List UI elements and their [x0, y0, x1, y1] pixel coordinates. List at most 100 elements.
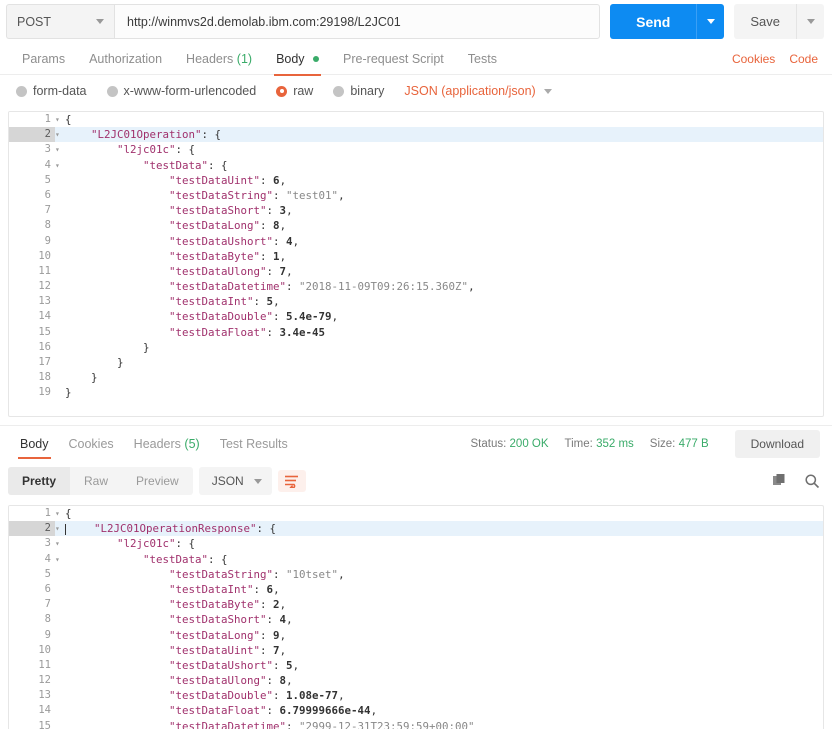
line-number: 11: [9, 263, 55, 280]
body-type-label: binary: [350, 84, 385, 98]
code-line[interactable]: 1 ▾{: [9, 506, 823, 522]
download-button[interactable]: Download: [734, 429, 820, 458]
code-line[interactable]: 8 "testDataLong": 8,: [9, 218, 823, 234]
view-pretty-button[interactable]: Pretty: [8, 467, 71, 495]
code-line[interactable]: 11 "testDataUlong": 7,: [9, 263, 823, 280]
code-line[interactable]: 5 "testDataUint": 6,: [9, 172, 823, 188]
response-body-editor[interactable]: 1 ▾{2 ▾ "L2JC01OperationResponse": {3 ▾ "l2…: [8, 505, 824, 729]
tab-body[interactable]: Body: [264, 43, 331, 76]
chevron-down-icon: [253, 478, 262, 484]
copy-button[interactable]: [772, 473, 788, 489]
code-line[interactable]: 3 ▾ "l2jc01c": {: [9, 536, 823, 552]
code-line[interactable]: 5 "testDataString": "10tset",: [9, 566, 823, 582]
code-line[interactable]: 15 "testDataFloat": 3.4e-45: [9, 324, 823, 340]
code-line[interactable]: 10 "testDataByte": 1,: [9, 248, 823, 264]
code-line[interactable]: 16 }: [9, 339, 823, 355]
view-raw-button[interactable]: Raw: [70, 467, 122, 495]
tab-headers[interactable]: Headers (1): [174, 43, 264, 75]
tab-pre-request-script[interactable]: Pre-request Script: [331, 43, 456, 75]
tab-label: Test Results: [219, 436, 288, 451]
line-number: 5: [9, 566, 55, 582]
send-options-button[interactable]: [696, 4, 725, 39]
search-button[interactable]: [804, 473, 820, 489]
url-input[interactable]: http://winmvs2d.demolab.ibm.com:29198/L2…: [114, 4, 601, 39]
fold-toggle-icon[interactable]: ▾: [55, 521, 65, 537]
fold-toggle-icon[interactable]: ▾: [55, 112, 65, 127]
code-line[interactable]: 10 "testDataUint": 7,: [9, 642, 823, 658]
line-number: 2: [9, 127, 55, 143]
code-line[interactable]: 4 ▾ "testData": {: [9, 157, 823, 173]
code-line[interactable]: 19}: [9, 385, 823, 401]
code-line[interactable]: 12 "testDataUlong": 8,: [9, 673, 823, 689]
tab-params[interactable]: Params: [10, 43, 77, 75]
cookies-link[interactable]: Cookies: [732, 52, 775, 66]
code-link[interactable]: Code: [789, 52, 818, 66]
line-number: 1: [9, 112, 55, 128]
code-line[interactable]: 9 "testDataLong": 9,: [9, 627, 823, 643]
time-label: Time:: [564, 437, 593, 450]
code-text: "testDataUshort": 5,: [169, 658, 300, 672]
code-line[interactable]: 18 }: [9, 370, 823, 386]
body-type-binary[interactable]: binary: [333, 84, 384, 98]
code-line[interactable]: 15 "testDataDatetime": "2999-12-31T23:59…: [9, 718, 823, 729]
code-line[interactable]: 3 ▾ "l2jc01c": {: [9, 142, 823, 158]
code-line[interactable]: 1 ▾{: [9, 112, 823, 128]
code-line[interactable]: 7 "testDataByte": 2,: [9, 597, 823, 613]
code-line[interactable]: 14 "testDataDouble": 5.4e-79,: [9, 309, 823, 325]
tab-authorization[interactable]: Authorization: [77, 43, 174, 75]
code-line[interactable]: 7 "testDataShort": 3,: [9, 203, 823, 219]
response-tab-headers[interactable]: Headers (5): [124, 426, 210, 462]
fold-toggle-icon[interactable]: ▾: [55, 506, 65, 521]
fold-toggle-icon[interactable]: ▾: [55, 142, 65, 157]
code-text: }: [91, 371, 98, 385]
code-text: "testDataFloat": 6.79999666e-44,: [169, 704, 378, 718]
request-tabs: Params Authorization Headers (1) Body Pr…: [0, 43, 832, 76]
code-text: "l2jc01c": {: [117, 537, 196, 551]
response-tab-cookies[interactable]: Cookies: [59, 426, 124, 462]
send-button[interactable]: Send: [610, 4, 697, 39]
request-tabs-links: Cookies Code: [732, 52, 818, 66]
code-line[interactable]: 2 ▾ "L2JC01OperationResponse": {: [9, 521, 823, 537]
code-line[interactable]: 6 "testDataString": "test01",: [9, 187, 823, 204]
code-line[interactable]: 9 "testDataUshort": 4,: [9, 233, 823, 249]
view-preview-button[interactable]: Preview: [122, 467, 193, 495]
response-tab-test-results[interactable]: Test Results: [210, 426, 298, 462]
response-tab-body[interactable]: Body: [10, 426, 59, 462]
code-line[interactable]: 13 "testDataInt": 5,: [9, 294, 823, 310]
tab-tests[interactable]: Tests: [456, 43, 509, 75]
code-line[interactable]: 12 "testDataDatetime": "2018-11-09T09:26…: [9, 279, 823, 295]
fold-toggle-icon[interactable]: ▾: [55, 536, 65, 551]
code-line[interactable]: 2 ▾ "L2JC01Operation": {: [9, 127, 823, 143]
chevron-down-icon: [706, 19, 715, 24]
wrap-lines-button[interactable]: [277, 470, 306, 492]
fold-toggle-icon[interactable]: ▾: [55, 158, 65, 173]
body-type-urlencoded[interactable]: x-www-form-urlencoded: [106, 84, 256, 98]
body-type-form-data[interactable]: form-data: [16, 84, 87, 98]
content-type-select[interactable]: JSON (application/json): [404, 84, 552, 98]
code-text: "testDataUint": 7,: [169, 643, 287, 657]
tab-label: Headers: [133, 436, 181, 451]
code-text: "testDataShort": 4,: [169, 613, 293, 627]
code-line[interactable]: 4 ▾ "testData": {: [9, 551, 823, 567]
http-method-select[interactable]: POST: [6, 4, 114, 39]
fold-toggle-icon[interactable]: ▾: [55, 552, 65, 567]
response-format-select[interactable]: JSON: [198, 467, 272, 495]
text-cursor: [65, 523, 66, 535]
code-text: }: [143, 340, 150, 354]
code-line[interactable]: 17 }: [9, 355, 823, 371]
code-line[interactable]: 8 "testDataShort": 4,: [9, 612, 823, 628]
save-button[interactable]: Save: [734, 4, 796, 39]
code-line[interactable]: 14 "testDataFloat": 6.79999666e-44,: [9, 703, 823, 719]
line-number: 10: [9, 248, 55, 264]
code-line[interactable]: 11 "testDataUshort": 5,: [9, 657, 823, 674]
request-body-editor[interactable]: 1 ▾{2 ▾ "L2JC01Operation": {3 ▾ "l2jc01c": …: [8, 111, 824, 417]
body-type-raw[interactable]: raw: [276, 84, 313, 98]
fold-toggle-icon[interactable]: ▾: [55, 127, 65, 143]
code-line[interactable]: 6 "testDataInt": 6,: [9, 581, 823, 598]
save-options-button[interactable]: [796, 4, 824, 39]
code-line[interactable]: 13 "testDataDouble": 1.08e-77,: [9, 688, 823, 704]
